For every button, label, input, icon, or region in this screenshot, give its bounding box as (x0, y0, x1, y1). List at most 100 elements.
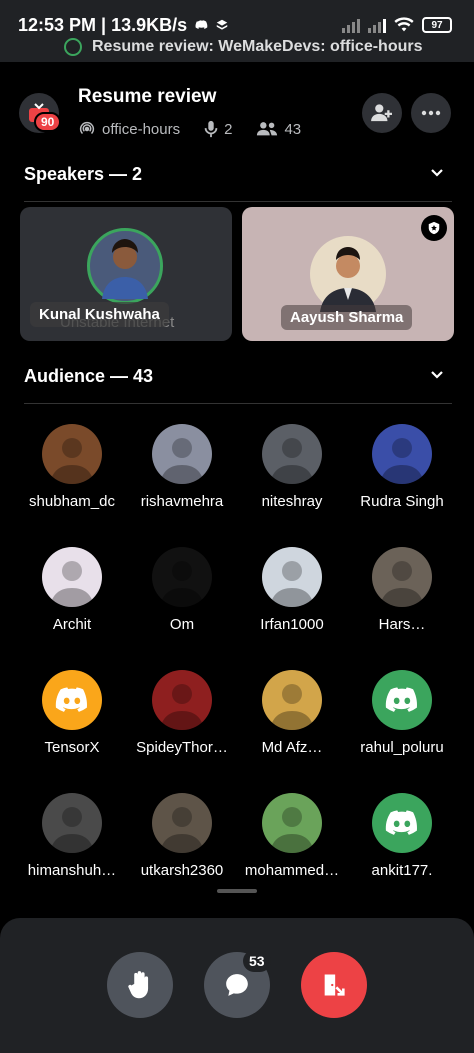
member-name: Archit (52, 616, 92, 633)
chat-count: 53 (245, 952, 269, 970)
server-badge: 90 (34, 112, 62, 132)
leave-stage-button[interactable] (301, 952, 367, 1018)
audience-member[interactable]: ankit177. (343, 793, 461, 893)
audience-member[interactable]: TensorX (13, 670, 131, 770)
member-name: shubham_dc (29, 493, 115, 510)
audience-member[interactable]: SpideyThor… (123, 670, 241, 770)
avatar (42, 424, 102, 484)
invite-button[interactable] (362, 93, 402, 133)
audience-member[interactable]: Irfan1000 (233, 547, 351, 647)
speakers-section-title[interactable]: Speakers — 2 (24, 164, 142, 185)
chat-count-badge: 53 (243, 950, 271, 972)
moderator-badge (421, 215, 447, 241)
more-icon (421, 110, 441, 116)
avatar-photo (380, 561, 424, 607)
avatar (152, 547, 212, 607)
status-bar: 12:53 PM | 13.9KB/s 97 Resume review: We… (0, 0, 474, 62)
member-name: SpideyThor… (136, 739, 228, 756)
member-name: TensorX (44, 739, 100, 756)
now-playing-text[interactable]: Resume review: WeMakeDevs: office-hours (92, 38, 422, 56)
avatar-photo (270, 438, 314, 484)
avatar (152, 793, 212, 853)
avatar (42, 547, 102, 607)
listeners-icon (257, 122, 278, 136)
member-name: rahul_poluru (360, 739, 444, 756)
audience-member[interactable]: shubham_dc (13, 424, 131, 524)
avatar-photo (160, 684, 204, 730)
member-name: mohammed… (244, 862, 340, 879)
discord-logo-icon (55, 687, 88, 712)
stage-title: Resume review (78, 86, 217, 107)
chat-bubble-icon (226, 974, 248, 996)
avatar (372, 547, 432, 607)
wifi-icon (394, 17, 414, 32)
member-name: utkarsh2360 (140, 862, 224, 879)
member-name: Hars… (378, 616, 426, 633)
member-name: niteshray (261, 493, 323, 510)
discord-notification-icon (195, 20, 208, 29)
avatar-photo (160, 438, 204, 484)
status-time: 12:53 PM | 13.9KB/s (18, 14, 188, 35)
audience-member[interactable]: Md Afz… (233, 670, 351, 770)
avatar (42, 670, 102, 730)
microphone-icon (204, 120, 218, 138)
speaker-count: 2 (224, 120, 233, 138)
divider (24, 201, 452, 202)
chevron-down-icon[interactable] (430, 368, 444, 382)
avatar (262, 793, 322, 853)
discord-logo-icon (385, 810, 418, 835)
avatar (372, 670, 432, 730)
avatar-photo (50, 561, 94, 607)
avatar (152, 424, 212, 484)
audience-member[interactable]: Archit (13, 547, 131, 647)
avatar (310, 236, 386, 312)
avatar (262, 424, 322, 484)
audience-member[interactable]: Hars… (343, 547, 461, 647)
add-person-icon (371, 104, 392, 122)
discord-logo-icon (385, 687, 418, 712)
avatar (42, 793, 102, 853)
member-name: himanshuh… (27, 862, 117, 879)
avatar-photo (270, 561, 314, 607)
stage-live-icon (64, 38, 82, 56)
avatar (87, 228, 163, 304)
audience-member[interactable]: himanshuh… (13, 793, 131, 893)
member-name: Rudra Singh (360, 493, 444, 510)
speaker-card-kunal[interactable]: Unstable Internet Kunal Kushwaha (20, 207, 232, 341)
avatar-photo (270, 684, 314, 730)
avatar-photo (160, 561, 204, 607)
avatar-photo (320, 247, 376, 312)
avatar-photo (160, 807, 204, 853)
member-name: Md Afz… (261, 739, 323, 756)
more-options-button[interactable] (411, 93, 451, 133)
speaker-name: Kunal Kushwaha (30, 302, 169, 327)
audience-member[interactable]: niteshray (233, 424, 351, 524)
divider (24, 403, 452, 404)
stage-channel-icon (79, 121, 95, 135)
leave-icon (324, 974, 345, 996)
audience-member[interactable]: Om (123, 547, 241, 647)
avatar-photo (102, 239, 148, 299)
avatar-photo (50, 807, 94, 853)
audience-member[interactable]: mohammed… (233, 793, 351, 893)
avatar (372, 793, 432, 853)
avatar-photo (270, 807, 314, 853)
audience-member[interactable]: rahul_poluru (343, 670, 461, 770)
avatar-photo (50, 438, 94, 484)
avatar (262, 547, 322, 607)
listener-count: 43 (284, 120, 302, 138)
chevron-down-icon[interactable] (430, 166, 444, 180)
raise-hand-button[interactable] (107, 952, 173, 1018)
audience-section-title[interactable]: Audience — 43 (24, 366, 153, 387)
speaker-card-aayush[interactable]: Aayush Sharma (242, 207, 454, 341)
audience-member[interactable]: Rudra Singh (343, 424, 461, 524)
audience-member[interactable]: utkarsh2360 (123, 793, 241, 893)
avatar (372, 424, 432, 484)
stack-notification-icon (216, 19, 228, 30)
signal-icon (342, 17, 360, 33)
channel-name: office-hours (102, 120, 181, 138)
drag-handle[interactable] (217, 889, 257, 893)
audience-member[interactable]: rishavmehra (123, 424, 241, 524)
member-name: rishavmehra (140, 493, 224, 510)
avatar (262, 670, 322, 730)
